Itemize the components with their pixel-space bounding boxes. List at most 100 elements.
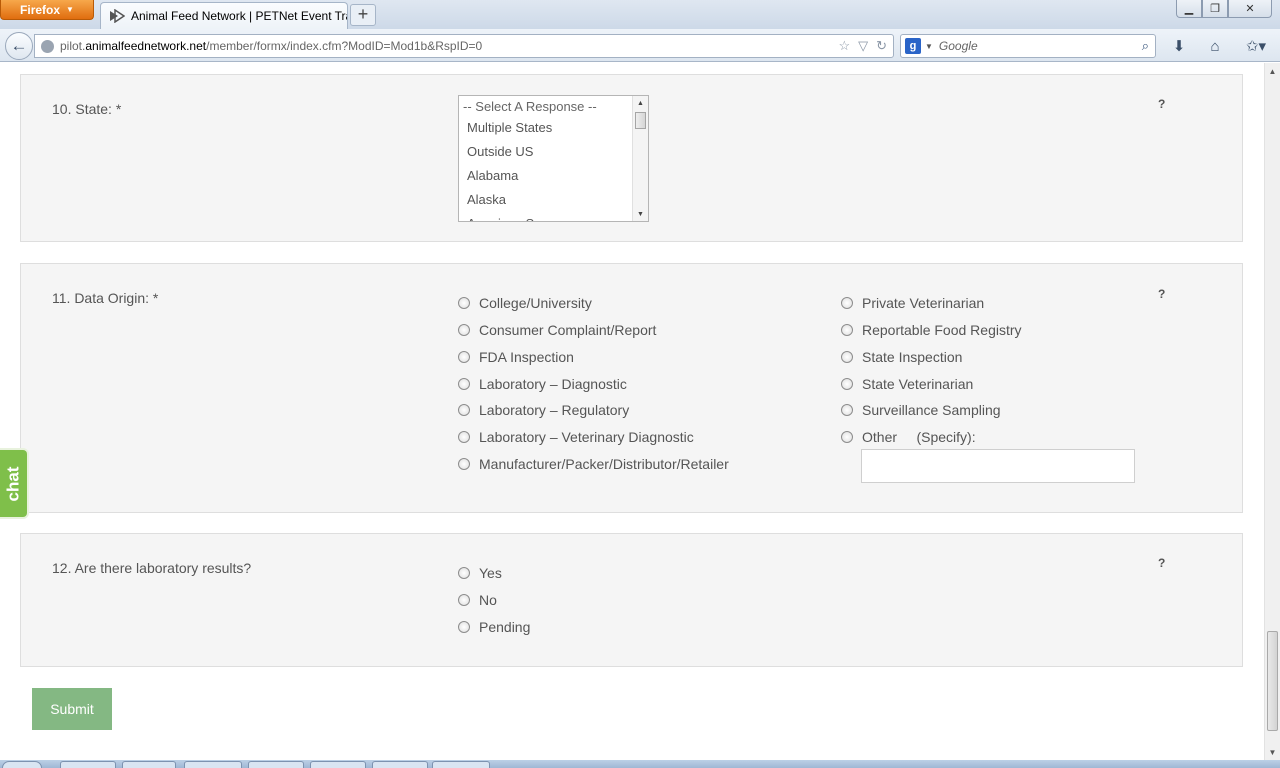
new-tab-button[interactable]: + bbox=[350, 4, 376, 26]
scroll-thumb[interactable] bbox=[635, 112, 646, 129]
bookmark-star-icon[interactable]: ☆ bbox=[838, 38, 850, 54]
scroll-thumb[interactable] bbox=[1267, 631, 1278, 731]
history-dropdown-icon[interactable]: ▽ bbox=[858, 38, 868, 54]
search-icon[interactable]: ⌕ bbox=[1142, 38, 1149, 54]
radio-button[interactable] bbox=[458, 594, 470, 606]
radio-button[interactable] bbox=[458, 297, 470, 309]
page-content: 10. State: * -- Select A Response -- Mul… bbox=[0, 63, 1264, 760]
radio-option[interactable]: No bbox=[458, 592, 497, 608]
radio-option[interactable]: Laboratory – Diagnostic bbox=[458, 376, 627, 392]
radio-button[interactable] bbox=[458, 378, 470, 390]
radio-button[interactable] bbox=[841, 378, 853, 390]
radio-button[interactable] bbox=[458, 621, 470, 633]
radio-option[interactable]: Manufacturer/Packer/Distributor/Retailer bbox=[458, 456, 729, 472]
radio-label: No bbox=[479, 592, 497, 608]
taskbar-app-icon[interactable] bbox=[310, 761, 366, 768]
scroll-down-icon[interactable]: ▼ bbox=[1265, 744, 1280, 760]
question-label: 11. Data Origin: * bbox=[52, 290, 159, 306]
search-bar[interactable]: g ▼ Google ⌕ bbox=[900, 34, 1156, 58]
firefox-menu-button[interactable]: Firefox ▼ bbox=[0, 0, 94, 20]
radio-label: Pending bbox=[479, 619, 531, 635]
radio-button[interactable] bbox=[458, 351, 470, 363]
back-arrow-icon[interactable]: ← bbox=[5, 32, 33, 60]
tab-title: Animal Feed Network | PETNet Event Tra..… bbox=[131, 9, 348, 23]
radio-button[interactable] bbox=[458, 324, 470, 336]
radio-button[interactable] bbox=[841, 431, 853, 443]
help-icon[interactable]: ? bbox=[1158, 556, 1165, 570]
globe-icon bbox=[41, 39, 54, 53]
list-option[interactable]: Alabama bbox=[459, 164, 648, 188]
taskbar-app-icon[interactable] bbox=[122, 761, 176, 768]
radio-option[interactable]: Pending bbox=[458, 619, 530, 635]
radio-option[interactable]: Yes bbox=[458, 565, 502, 581]
radio-button[interactable] bbox=[841, 324, 853, 336]
scroll-down-icon[interactable]: ▼ bbox=[633, 207, 648, 221]
taskbar-app-icon[interactable] bbox=[372, 761, 428, 768]
radio-option[interactable]: Private Veterinarian bbox=[841, 295, 984, 311]
start-orb-icon[interactable] bbox=[2, 761, 42, 768]
list-option[interactable]: American Samoa bbox=[459, 212, 648, 221]
download-icon[interactable]: ⬇ bbox=[1168, 36, 1190, 56]
firefox-menu-label: Firefox bbox=[20, 2, 61, 17]
radio-button[interactable] bbox=[458, 404, 470, 416]
question-label: 10. State: * bbox=[52, 101, 122, 117]
os-taskbar bbox=[0, 760, 1280, 768]
radio-option[interactable]: College/University bbox=[458, 295, 592, 311]
taskbar-app-icon[interactable] bbox=[248, 761, 304, 768]
radio-button[interactable] bbox=[458, 431, 470, 443]
question-lab-results: 12. Are there laboratory results? Yes No… bbox=[20, 533, 1243, 667]
radio-option[interactable]: FDA Inspection bbox=[458, 349, 574, 365]
url-path: /member/formx/index.cfm?ModID=Mod1b&RspI… bbox=[206, 39, 483, 53]
browser-tab[interactable]: Animal Feed Network | PETNet Event Tra..… bbox=[100, 2, 348, 29]
home-icon[interactable]: ⌂ bbox=[1204, 36, 1226, 56]
radio-option[interactable]: Consumer Complaint/Report bbox=[458, 322, 656, 338]
scroll-up-icon[interactable]: ▲ bbox=[1265, 63, 1280, 79]
state-listbox[interactable]: -- Select A Response -- Multiple States … bbox=[458, 95, 649, 222]
help-icon[interactable]: ? bbox=[1158, 287, 1165, 301]
navigation-toolbar: ← pilot. animalfeednetwork.net/member/for… bbox=[0, 29, 1280, 62]
taskbar-app-icon[interactable] bbox=[432, 761, 490, 768]
radio-label: FDA Inspection bbox=[479, 349, 574, 365]
listbox-scrollbar[interactable]: ▲ ▼ bbox=[632, 96, 648, 221]
radio-option-other[interactable]: Other (Specify): bbox=[841, 429, 976, 445]
radio-label: Manufacturer/Packer/Distributor/Retailer bbox=[479, 456, 729, 472]
help-icon[interactable]: ? bbox=[1158, 97, 1165, 111]
radio-button[interactable] bbox=[841, 351, 853, 363]
list-option[interactable]: Outside US bbox=[459, 140, 648, 164]
radio-button[interactable] bbox=[841, 404, 853, 416]
radio-button[interactable] bbox=[841, 297, 853, 309]
radio-option[interactable]: State Veterinarian bbox=[841, 376, 973, 392]
restore-icon[interactable]: ❐ bbox=[1202, 0, 1228, 18]
radio-button[interactable] bbox=[458, 458, 470, 470]
taskbar-app-icon[interactable] bbox=[184, 761, 242, 768]
url-bar[interactable]: pilot. animalfeednetwork.net/member/formx… bbox=[34, 34, 894, 58]
radio-option[interactable]: Reportable Food Registry bbox=[841, 322, 1022, 338]
radio-button[interactable] bbox=[458, 567, 470, 579]
url-actions: ☆ ▽ ↻ bbox=[838, 38, 887, 54]
radio-option[interactable]: Laboratory – Regulatory bbox=[458, 402, 629, 418]
minimize-icon[interactable]: ▁ bbox=[1176, 0, 1202, 18]
list-option[interactable]: Alaska bbox=[459, 188, 648, 212]
radio-label: Reportable Food Registry bbox=[862, 322, 1022, 338]
other-specify-input[interactable] bbox=[861, 449, 1135, 483]
list-option[interactable]: Multiple States bbox=[459, 116, 648, 140]
question-state: 10. State: * -- Select A Response -- Mul… bbox=[20, 74, 1243, 242]
search-engine-icon[interactable]: g bbox=[905, 38, 921, 54]
chat-widget-tab[interactable]: chat bbox=[0, 448, 29, 519]
search-placeholder: Google bbox=[938, 39, 978, 53]
chevron-down-icon[interactable]: ▼ bbox=[925, 42, 933, 51]
taskbar-app-icon[interactable] bbox=[60, 761, 116, 768]
close-icon[interactable]: ✕ bbox=[1228, 0, 1272, 18]
url-domain: animalfeednetwork.net bbox=[85, 39, 207, 53]
radio-label: Yes bbox=[479, 565, 502, 581]
reload-icon[interactable]: ↻ bbox=[876, 38, 887, 54]
radio-option[interactable]: Surveillance Sampling bbox=[841, 402, 1001, 418]
bookmarks-menu-icon[interactable]: ✩▾ bbox=[1240, 36, 1272, 56]
scroll-up-icon[interactable]: ▲ bbox=[633, 96, 648, 110]
radio-option[interactable]: State Inspection bbox=[841, 349, 962, 365]
radio-option[interactable]: Laboratory – Veterinary Diagnostic bbox=[458, 429, 694, 445]
chevron-down-icon: ▼ bbox=[66, 5, 74, 14]
list-option[interactable]: -- Select A Response -- bbox=[459, 96, 648, 116]
submit-button[interactable]: Submit bbox=[32, 688, 112, 730]
page-scrollbar[interactable]: ▲ ▼ bbox=[1264, 63, 1280, 760]
